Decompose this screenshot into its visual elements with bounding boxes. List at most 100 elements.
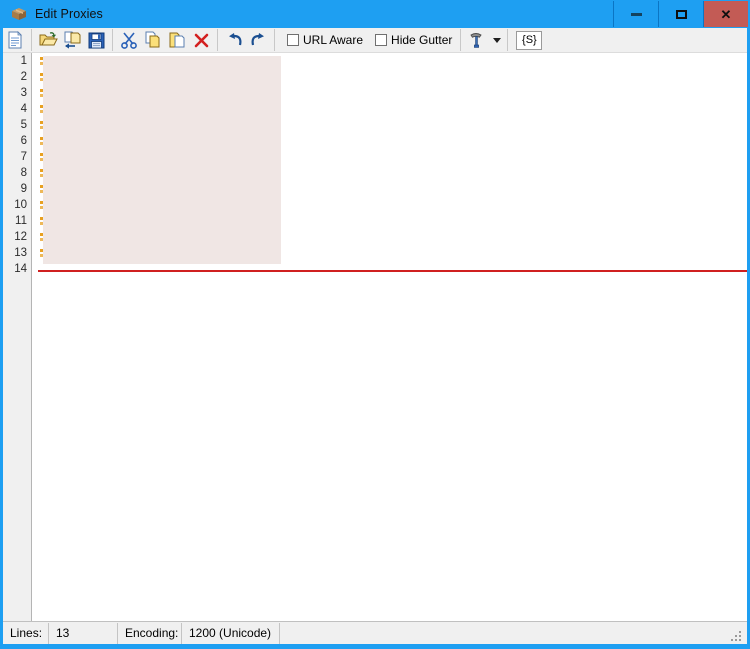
- gutter-line-number: 2: [20, 71, 27, 83]
- line-start-marker: [40, 254, 43, 257]
- status-encoding-value: 1200 (Unicode): [182, 622, 280, 644]
- close-button[interactable]: ✕: [703, 1, 748, 27]
- line-start-marker: [40, 185, 43, 188]
- gutter-line-number: 3: [20, 87, 27, 99]
- status-encoding-label: Encoding:: [118, 622, 182, 644]
- new-file-button[interactable]: [3, 29, 27, 52]
- line-start-marker: [40, 110, 43, 113]
- checkbox-box[interactable]: [287, 34, 299, 46]
- minimize-icon: [630, 12, 642, 16]
- scissors-icon: [121, 32, 137, 49]
- cut-button[interactable]: [117, 29, 141, 52]
- line-start-marker: [40, 206, 43, 209]
- line-start-marker: [40, 57, 43, 60]
- hide-gutter-label: Hide Gutter: [391, 33, 453, 47]
- import-document-icon: [64, 31, 80, 49]
- line-start-marker: [40, 89, 43, 92]
- script-button[interactable]: {S}: [516, 30, 543, 50]
- status-lines-value: 13: [49, 622, 118, 644]
- line-start-marker: [40, 153, 43, 156]
- line-start-marker: [40, 105, 43, 108]
- line-start-marker: [40, 238, 43, 241]
- toolbar-separator: [112, 29, 113, 51]
- tools-dropdown-button[interactable]: [489, 29, 503, 52]
- undo-button[interactable]: [222, 29, 246, 52]
- package-box-icon: [10, 5, 28, 23]
- floppy-disk-save-icon: [88, 32, 104, 48]
- text-editor-pane[interactable]: [33, 53, 747, 621]
- line-start-marker: [40, 190, 43, 193]
- line-start-marker: [40, 73, 43, 76]
- open-file-button[interactable]: [36, 29, 60, 52]
- maximize-icon: [675, 9, 687, 19]
- editor-area: 1 2 3 4 5 6 7 8 9 10 11 12 13 14: [3, 53, 747, 621]
- checkbox-box[interactable]: [375, 34, 388, 46]
- line-start-marker: [40, 137, 43, 140]
- gutter-line-number: 5: [20, 119, 27, 131]
- toolbar-separator: [507, 29, 509, 51]
- gutter-line-number: 7: [20, 151, 27, 163]
- redo-arrow-icon: [251, 33, 264, 46]
- line-start-marker: [40, 249, 43, 252]
- redo-button[interactable]: [246, 29, 270, 52]
- hide-gutter-checkbox[interactable]: Hide Gutter: [371, 29, 456, 52]
- undo-arrow-icon: [228, 33, 241, 46]
- new-document-icon: [8, 31, 22, 49]
- toolbar-separator: [460, 29, 462, 51]
- gutter-line-number: 9: [20, 183, 27, 195]
- selected-text-block: [43, 56, 281, 264]
- line-start-marker: [40, 158, 43, 161]
- edit-proxies-window: Edit Proxies ✕ URL Aware Hide Gutter {S}…: [0, 0, 750, 649]
- gutter-line-number: 10: [14, 199, 27, 211]
- line-start-marker: [40, 126, 43, 129]
- minimize-button[interactable]: [613, 1, 658, 27]
- status-bar: Lines: 13 Encoding: 1200 (Unicode): [3, 621, 747, 644]
- gutter-line-number: 11: [15, 215, 27, 227]
- line-start-marker: [40, 222, 43, 225]
- line-start-marker: [40, 201, 43, 204]
- close-icon: ✕: [720, 6, 732, 22]
- import-file-button[interactable]: [60, 29, 84, 52]
- gutter-line-number: 8: [20, 167, 27, 179]
- line-start-marker: [40, 62, 43, 65]
- line-start-marker: [40, 121, 43, 124]
- toolbar-separator: [31, 29, 32, 51]
- clipboard-paste-icon: [169, 32, 185, 48]
- url-aware-checkbox[interactable]: URL Aware: [283, 29, 367, 52]
- hammer-icon: [470, 33, 483, 48]
- gutter-line-number: 4: [20, 103, 27, 115]
- toolbar-separator: [274, 29, 275, 51]
- line-start-marker: [40, 169, 43, 172]
- status-filler: [280, 623, 747, 644]
- gutter-line-number: 6: [20, 135, 27, 147]
- line-start-marker: [40, 233, 43, 236]
- maximize-button[interactable]: [658, 1, 703, 27]
- delete-button[interactable]: [189, 29, 213, 52]
- line-number-gutter: 1 2 3 4 5 6 7 8 9 10 11 12 13 14: [3, 53, 32, 621]
- tools-button[interactable]: [465, 29, 489, 52]
- gutter-line-number: 1: [20, 55, 27, 67]
- line-start-marker: [40, 142, 43, 145]
- gutter-line-number: 14: [14, 263, 27, 275]
- line-start-marker: [40, 174, 43, 177]
- window-controls: ✕: [613, 1, 748, 27]
- line-start-marker: [40, 217, 43, 220]
- copy-pages-icon: [145, 31, 160, 48]
- paste-button[interactable]: [165, 29, 189, 52]
- open-folder-icon: [39, 32, 58, 46]
- copy-button[interactable]: [141, 29, 165, 52]
- status-lines-label: Lines:: [3, 622, 49, 644]
- save-file-button[interactable]: [84, 29, 108, 52]
- toolbar: URL Aware Hide Gutter {S}: [3, 28, 747, 53]
- chevron-down-icon: [492, 37, 501, 43]
- window-title: Edit Proxies: [35, 7, 103, 21]
- red-x-delete-icon: [194, 33, 208, 47]
- print-margin-rule: [38, 270, 747, 272]
- url-aware-label: URL Aware: [303, 33, 364, 47]
- gutter-line-number: 13: [14, 247, 27, 259]
- line-start-marker: [40, 94, 43, 97]
- line-start-marker: [40, 78, 43, 81]
- title-bar[interactable]: Edit Proxies ✕: [0, 0, 750, 28]
- resize-grip[interactable]: [731, 629, 743, 641]
- toolbar-separator: [217, 29, 218, 51]
